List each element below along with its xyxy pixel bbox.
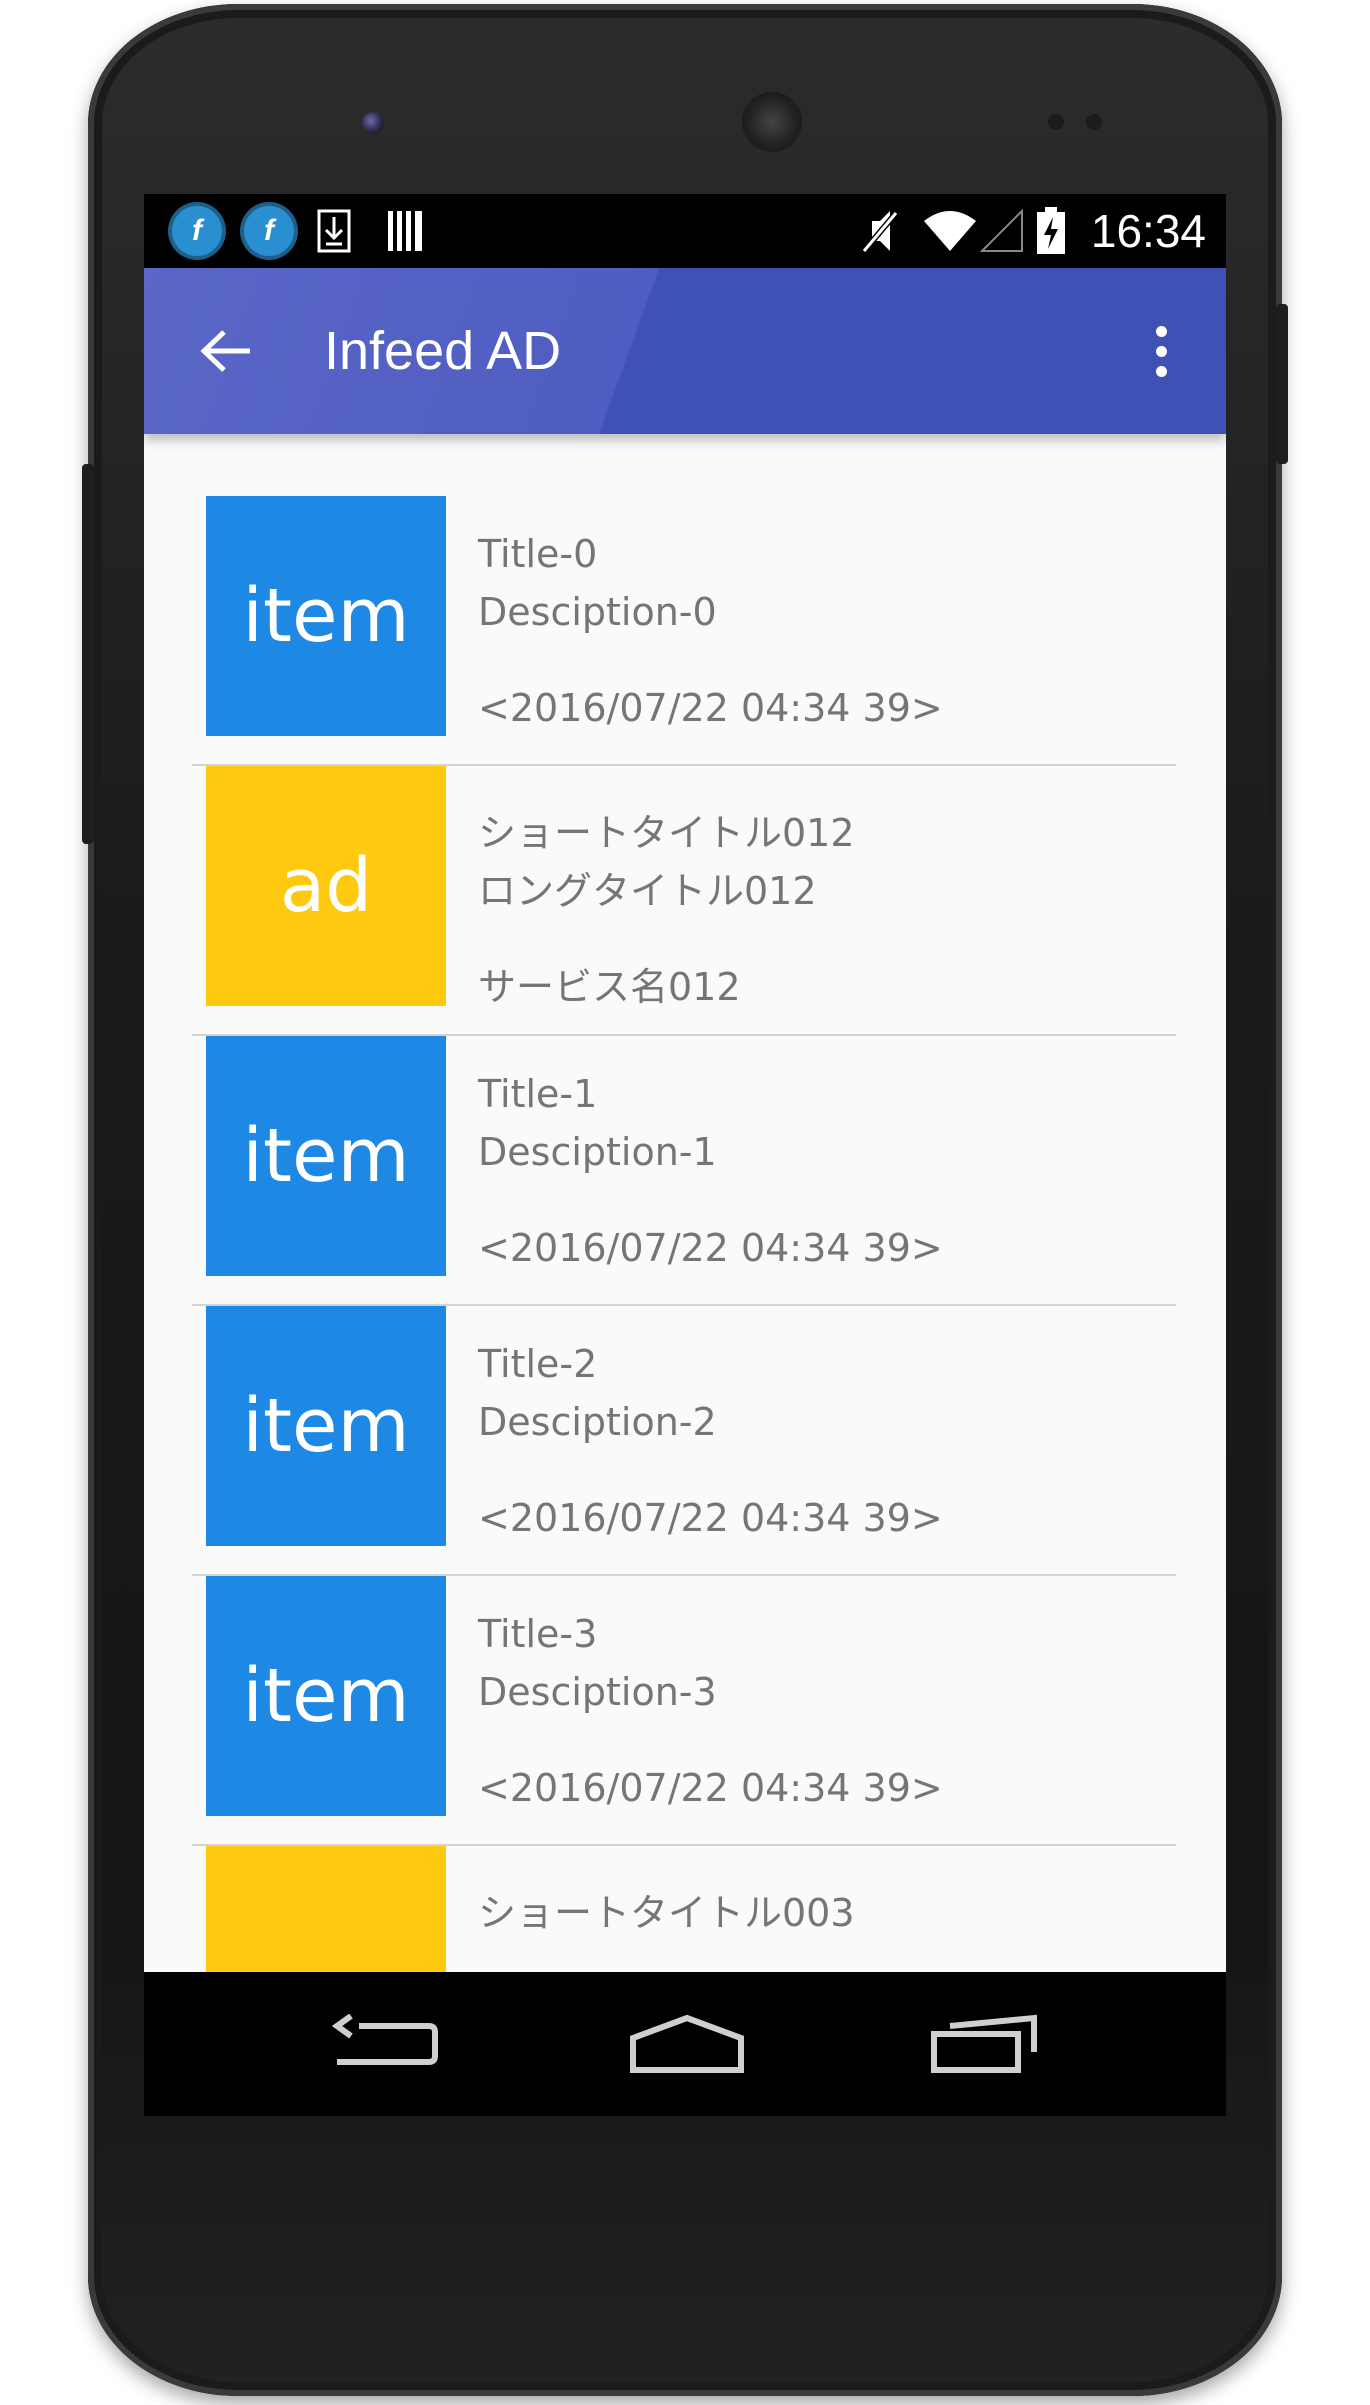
- item-timestamp: <2016/07/22 04:34 39>: [478, 1496, 943, 1540]
- item-thumbnail: item: [206, 1306, 446, 1546]
- home-icon: [630, 2014, 744, 2073]
- earpiece-speaker: [742, 92, 802, 152]
- feed-list[interactable]: item Title-0 Desciption-0 <2016/07/22 04…: [144, 434, 1226, 2116]
- light-sensor: [1086, 114, 1102, 130]
- more-vert-icon: [1155, 325, 1167, 337]
- list-item[interactable]: item Title-2 Desciption-2 <2016/07/22 04…: [192, 1306, 1176, 1576]
- navigation-bar: [144, 1972, 1226, 2116]
- ad-item[interactable]: ad ショートタイトル012 ロングタイトル012 サービス名012: [192, 766, 1176, 1036]
- recents-icon: [931, 2014, 1037, 2073]
- item-thumbnail: item: [206, 1576, 446, 1816]
- page-title: Infeed AD: [324, 321, 562, 381]
- power-button: [1276, 304, 1288, 464]
- item-thumbnail: item: [206, 1036, 446, 1276]
- app-bar: Infeed AD: [144, 268, 1226, 434]
- app-notification-icon: f: [244, 206, 294, 256]
- item-title: Title-2: [478, 1342, 598, 1386]
- signal-icon: [980, 206, 1024, 256]
- list-item[interactable]: item Title-3 Desciption-3 <2016/07/22 04…: [192, 1576, 1176, 1846]
- device-screen: f f 16:34 Infeed AD item Title-0 Descipt…: [144, 194, 1226, 2116]
- ad-title: ショートタイトル003: [478, 1891, 855, 1935]
- nav-recents-button[interactable]: [916, 2002, 1056, 2086]
- item-timestamp: <2016/07/22 04:34 39>: [478, 686, 943, 730]
- item-description: Desciption-2: [478, 1400, 717, 1444]
- barcode-icon: [384, 206, 428, 256]
- volume-button: [82, 464, 94, 844]
- wifi-icon: [922, 206, 978, 256]
- list-item[interactable]: item Title-0 Desciption-0 <2016/07/22 04…: [192, 496, 1176, 766]
- item-title: Title-3: [478, 1612, 598, 1656]
- back-icon: [331, 2014, 438, 2065]
- nav-back-button[interactable]: [314, 2002, 454, 2086]
- item-timestamp: <2016/07/22 04:34 39>: [478, 1226, 943, 1270]
- download-icon: [314, 206, 354, 256]
- app-notification-icon: f: [172, 206, 222, 256]
- ad-description: ロングタイトル012: [478, 869, 817, 913]
- overflow-menu-button[interactable]: [1136, 316, 1186, 386]
- status-bar: f f 16:34: [144, 194, 1226, 268]
- item-description: Desciption-0: [478, 590, 717, 634]
- ad-thumbnail: ad: [206, 766, 446, 1006]
- back-button[interactable]: [186, 311, 266, 391]
- status-time: 16:34: [1090, 205, 1206, 257]
- item-description: Desciption-3: [478, 1670, 717, 1714]
- ad-title: ショートタイトル012: [478, 811, 855, 855]
- mute-icon: [858, 206, 902, 256]
- front-camera: [362, 112, 384, 134]
- item-description: Desciption-1: [478, 1130, 717, 1174]
- list-item[interactable]: item Title-1 Desciption-1 <2016/07/22 04…: [192, 1036, 1176, 1306]
- item-thumbnail: item: [206, 496, 446, 736]
- item-timestamp: <2016/07/22 04:34 39>: [478, 1766, 943, 1810]
- proximity-sensor: [1048, 114, 1064, 130]
- battery-charging-icon: [1034, 206, 1068, 256]
- ad-service-name: サービス名012: [478, 965, 741, 1009]
- item-title: Title-0: [478, 532, 598, 576]
- arrow-left-icon: [200, 330, 250, 372]
- item-title: Title-1: [478, 1072, 598, 1116]
- nav-home-button[interactable]: [617, 2002, 757, 2086]
